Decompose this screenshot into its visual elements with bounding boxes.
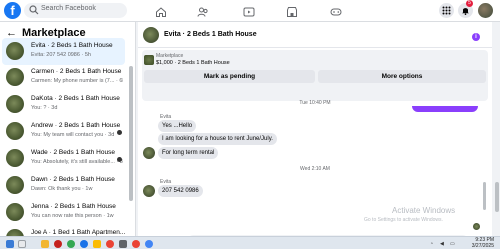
notification-badge: 5	[466, 0, 473, 7]
friends-icon[interactable]	[197, 5, 209, 17]
avatar	[6, 95, 24, 113]
conversation-sidebar: ← Marketplace Evita · 2 Beds 1 Bath House…	[0, 22, 136, 249]
profile-avatar[interactable]	[478, 3, 493, 18]
menu-grid-icon[interactable]	[439, 3, 454, 18]
listing-price-title[interactable]: $1,000 · 2 Beds 1 Bath House	[156, 60, 230, 66]
conversation-item-andrew[interactable]: Andrew · 2 Beds 1 Bath House You: My tea…	[2, 118, 125, 145]
conversation-item-dawn[interactable]: Dawn · 2 Beds 1 Bath House Dawn: Ok than…	[2, 172, 125, 199]
battery-icon[interactable]: ▭	[450, 241, 455, 247]
conversation-item-wade[interactable]: Wade · 2 Beds 1 Bath House You: Absolute…	[2, 145, 125, 172]
conversation-item-evita[interactable]: Evita · 2 Beds 1 Bath House Evita: 207 5…	[2, 38, 125, 65]
file-explorer-icon[interactable]	[41, 240, 49, 248]
conversation-preview: You: Absolutely, it's still available...…	[31, 159, 123, 165]
marketplace-listing-card: Marketplace $1,000 · 2 Beds 1 Bath House…	[142, 50, 488, 101]
conversation-preview: Carmen: My phone number is (7... · 6h	[31, 78, 123, 84]
avatar	[6, 42, 24, 60]
received-message: 207 542 0986	[158, 185, 203, 197]
app-icon[interactable]	[119, 240, 127, 248]
chat-header: Evita · 2 Beds 1 Bath House i	[138, 22, 492, 48]
avatar	[6, 203, 24, 221]
conversation-name: Evita · 2 Beds 1 Bath House	[31, 42, 113, 49]
gaming-icon[interactable]	[330, 5, 342, 17]
search-input[interactable]: Search Facebook	[24, 3, 127, 18]
message-timestamp: Tue 10:40 PM	[299, 100, 331, 106]
taskbar-clock[interactable]: 9:23 PM 3/27/2025	[460, 237, 494, 249]
conversation-name: Wade · 2 Beds 1 Bath House	[31, 149, 115, 156]
conversation-preview: Evita: 207 542 0986 · 5h	[31, 52, 91, 58]
seen-avatar-icon	[117, 130, 122, 135]
home-icon[interactable]	[155, 5, 167, 17]
conversation-name: Dawn · 2 Beds 1 Bath House	[31, 176, 115, 183]
chat-scrollbar[interactable]	[483, 182, 486, 210]
marketplace-icon[interactable]	[286, 5, 298, 17]
page-scrollbar[interactable]	[494, 22, 500, 237]
wifi-icon[interactable]: ◔	[430, 241, 433, 247]
conversation-name: Andrew · 2 Beds 1 Bath House	[31, 122, 121, 129]
avatar	[6, 149, 24, 167]
conversation-name: Carmen · 2 Beds 1 Bath House	[31, 68, 122, 75]
conversation-item-jenna[interactable]: Jenna · 2 Beds 1 Bath House You can now …	[2, 199, 125, 226]
page-scrollbar-thumb[interactable]	[495, 182, 499, 212]
edge-icon[interactable]	[80, 240, 88, 248]
conversation-item-dakota[interactable]: DaKota · 2 Beds 1 Bath House You: ? · 3d	[2, 91, 125, 118]
volume-icon[interactable]: ◀	[440, 241, 444, 247]
avatar	[6, 122, 24, 140]
received-message: For long term rental	[158, 147, 219, 159]
browser-icon[interactable]	[54, 240, 62, 248]
sender-avatar	[143, 147, 155, 159]
info-icon[interactable]: i	[472, 33, 480, 41]
avatar[interactable]	[143, 27, 159, 43]
more-options-button[interactable]: More options	[318, 70, 486, 83]
chat-title[interactable]: Evita · 2 Beds 1 Bath House	[164, 31, 257, 38]
facebook-logo[interactable]: f	[4, 2, 21, 19]
sidebar-scrollbar[interactable]	[129, 66, 133, 201]
message-timestamp: Wed 2:10 AM	[300, 166, 330, 172]
activate-windows-title: Activate Windows	[392, 206, 456, 215]
search-placeholder: Search Facebook	[41, 5, 96, 12]
conversation-item-carmen[interactable]: Carmen · 2 Beds 1 Bath House Carmen: My …	[2, 64, 125, 91]
chrome-icon[interactable]	[67, 240, 75, 248]
clock-date: 3/27/2025	[471, 242, 494, 249]
avatar	[6, 176, 24, 194]
conversation-preview: Dawn: Ok thank you · 1w	[31, 186, 93, 192]
received-message: I am looking for a house to rent June/Ju…	[158, 133, 277, 145]
search-icon	[29, 5, 39, 15]
sent-message-bubble	[412, 106, 478, 112]
conversation-preview: You can now rate this person · 1w	[31, 213, 114, 219]
top-navigation-bar: f Search Facebook 5	[0, 0, 500, 22]
received-message: Yes ...Hello	[158, 120, 197, 132]
listing-label: Marketplace	[156, 53, 184, 59]
app-icon[interactable]	[93, 240, 101, 248]
seen-avatar-icon	[117, 157, 122, 162]
search-icon[interactable]	[18, 240, 26, 248]
windows-taskbar: ◔ ◀ ▭ 9:23 PM 3/27/2025	[0, 236, 500, 249]
activate-windows-subtitle: Go to Settings to activate Windows.	[364, 217, 443, 223]
avatar	[6, 68, 24, 86]
conversation-name: DaKota · 2 Beds 1 Bath House	[31, 95, 120, 102]
windows-start-icon[interactable]	[6, 240, 14, 248]
conversation-preview: You: ? · 3d	[31, 105, 58, 111]
conversation-preview: You: My team will contact you · 3d	[31, 132, 115, 138]
watch-icon[interactable]	[243, 5, 255, 17]
chrome-icon[interactable]	[145, 240, 153, 248]
mark-as-pending-button[interactable]: Mark as pending	[144, 70, 315, 83]
conversation-name: Jenna · 2 Beds 1 Bath House	[31, 203, 116, 210]
seen-avatar-icon	[473, 223, 480, 230]
chrome-icon[interactable]	[132, 240, 140, 248]
sender-avatar	[143, 185, 155, 197]
conversation-name: Joe A · 1 Bed 1 Bath Apartmen...	[31, 229, 126, 236]
listing-thumbnail[interactable]	[144, 55, 154, 65]
chrome-icon[interactable]	[106, 240, 114, 248]
